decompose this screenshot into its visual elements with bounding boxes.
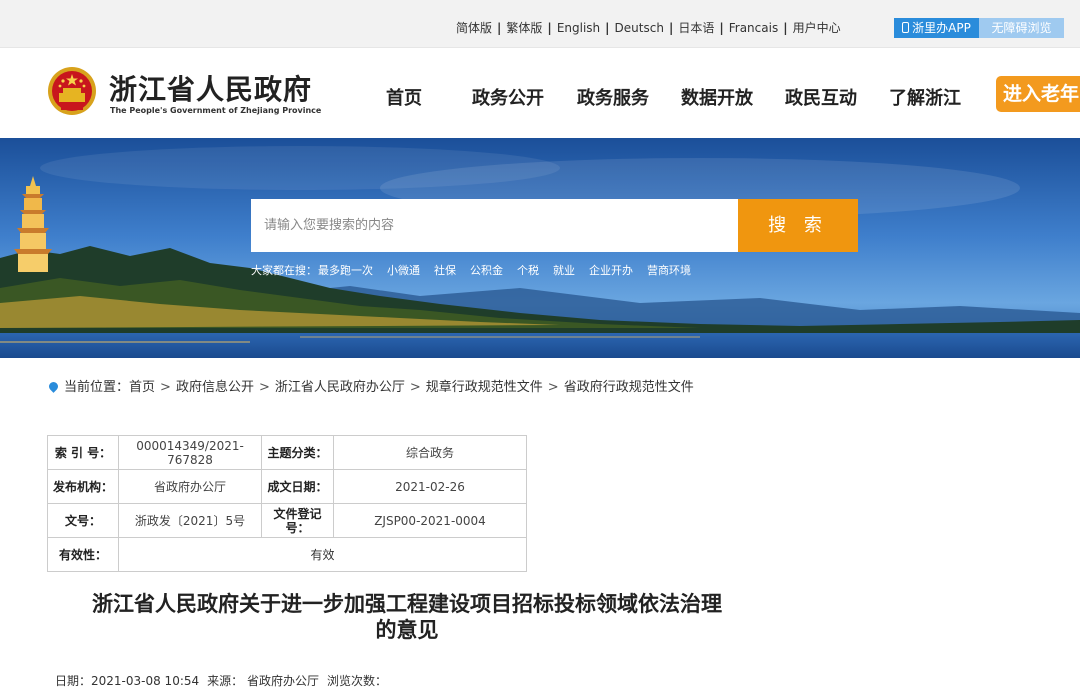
hot-searches-label: 大家都在搜：	[251, 264, 317, 277]
nav-gov-affairs-open[interactable]: 政务公开	[472, 84, 544, 110]
breadcrumb: 当前位置：首页 > 政府信息公开 > 浙江省人民政府办公厅 > 规章行政规范性文件 > 省政府行…	[47, 376, 694, 395]
table-row: 有效性： 有效	[47, 537, 527, 572]
hot-search-item[interactable]: 营商环境	[647, 264, 691, 277]
hot-search-item[interactable]: 就业	[553, 264, 575, 277]
nav-about-zhejiang[interactable]: 了解浙江	[889, 84, 961, 110]
hot-searches: 大家都在搜：最多跑一次 小微通 社保 公积金 个税 就业 企业开办 营商环境	[251, 262, 705, 278]
chevron-right-icon: >	[160, 380, 171, 395]
chevron-right-icon: >	[547, 380, 559, 395]
phone-icon	[902, 22, 910, 33]
index-number-key: 索 引 号：	[47, 435, 119, 470]
breadcrumb-general-office[interactable]: 浙江省人民政府办公厅	[275, 380, 405, 395]
index-number-value: 000014349/2021-767828	[118, 435, 262, 470]
registration-number-key: 文件登记号：	[261, 503, 334, 538]
registration-number-value: ZJSP00-2021-0004	[333, 503, 527, 538]
national-emblem-icon	[48, 67, 96, 115]
breadcrumb-regulations[interactable]: 规章行政规范性文件	[426, 380, 543, 395]
lang-japanese[interactable]: 日本语	[678, 21, 714, 35]
hot-search-item[interactable]: 个税	[517, 264, 539, 277]
breadcrumb-gov-info[interactable]: 政府信息公开	[176, 380, 254, 395]
document-number-value: 浙政发〔2021〕5号	[118, 503, 262, 538]
hot-search-item[interactable]: 最多跑一次	[318, 264, 373, 277]
site-title[interactable]: 浙江省人民政府	[109, 68, 312, 108]
site-header: 浙江省人民政府 The People's Government of Zheji…	[0, 48, 1080, 138]
publisher-key: 发布机构：	[47, 469, 119, 504]
lang-deutsch[interactable]: Deutsch	[615, 21, 664, 35]
document-number-key: 文号：	[47, 503, 119, 538]
location-pin-icon	[47, 380, 60, 393]
hot-search-item[interactable]: 公积金	[470, 264, 503, 277]
lang-simplified[interactable]: 简体版	[456, 21, 492, 35]
validity-key: 有效性：	[47, 537, 119, 572]
chevron-right-icon: >	[409, 380, 421, 395]
validity-value: 有效	[118, 537, 527, 572]
elder-mode-button[interactable]: 进入老年	[996, 76, 1080, 112]
app-button-label: 浙里办APP	[912, 21, 971, 35]
view-count: 浏览次数：	[326, 674, 387, 688]
hot-search-item[interactable]: 小微通	[387, 264, 420, 277]
table-row: 索 引 号： 000014349/2021-767828 主题分类： 综合政务	[47, 435, 527, 470]
language-links: 简体版 | 繁体版 | English | Deutsch | 日本语 | Francais | 用户中…	[456, 21, 841, 35]
user-center-link[interactable]: 用户中心	[793, 21, 841, 35]
breadcrumb-home[interactable]: 首页	[129, 380, 155, 395]
app-button[interactable]: 浙里办APP	[894, 18, 979, 38]
hot-search-item[interactable]: 企业开办	[589, 264, 633, 277]
search-button[interactable]: 搜 索	[738, 199, 858, 252]
article-title-line-1: 浙江省人民政府关于进一步加强工程建设项目招标投标领域依法治理	[92, 592, 722, 616]
publisher-value: 省政府办公厅	[118, 469, 262, 504]
nav-home[interactable]: 首页	[386, 84, 422, 110]
search-input[interactable]	[251, 199, 738, 252]
category-key: 主题分类：	[261, 435, 334, 470]
breadcrumb-label: 当前位置：	[64, 380, 130, 395]
nav-data-open[interactable]: 数据开放	[681, 84, 753, 110]
article-meta: 日期：2021-03-08 10:54 来源： 省政府办公厅 浏览次数：	[55, 672, 395, 689]
category-value: 综合政务	[333, 435, 527, 470]
nav-interaction[interactable]: 政民互动	[785, 84, 857, 110]
nav-gov-services[interactable]: 政务服务	[577, 84, 649, 110]
table-row: 文号： 浙政发〔2021〕5号 文件登记号： ZJSP00-2021-0004	[47, 503, 527, 538]
document-info-table: 索 引 号： 000014349/2021-767828 主题分类： 综合政务 …	[47, 435, 527, 572]
date-value: 2021-02-26	[333, 469, 527, 504]
accessibility-button[interactable]: 无障碍浏览	[979, 18, 1064, 38]
top-bar: 简体版 | 繁体版 | English | Deutsch | 日本语 | Francais | 用户中…	[0, 0, 1080, 48]
site-subtitle: The People's Government of Zhejiang Prov…	[110, 106, 322, 115]
chevron-right-icon: >	[258, 380, 270, 395]
publish-date: 日期：2021-03-08 10:54	[55, 674, 200, 688]
hero-banner: 搜 索 大家都在搜：最多跑一次 小微通 社保 公积金 个税 就业 企业开办 营商环境	[0, 138, 1080, 358]
accessibility-button-label: 无障碍浏览	[991, 21, 1052, 35]
breadcrumb-normative-docs[interactable]: 省政府行政规范性文件	[564, 380, 694, 395]
lang-traditional[interactable]: 繁体版	[506, 21, 542, 35]
article-title-line-2: 的意见	[375, 618, 439, 642]
date-key: 成文日期：	[261, 469, 334, 504]
article-source: 来源： 省政府办公厅	[207, 674, 319, 688]
article-title: 浙江省人民政府关于进一步加强工程建设项目招标投标领域依法治理 的意见	[47, 591, 767, 643]
table-row: 发布机构： 省政府办公厅 成文日期： 2021-02-26	[47, 469, 527, 504]
lang-francais[interactable]: Francais	[729, 21, 778, 35]
hot-search-item[interactable]: 社保	[434, 264, 456, 277]
lang-english[interactable]: English	[557, 21, 600, 35]
